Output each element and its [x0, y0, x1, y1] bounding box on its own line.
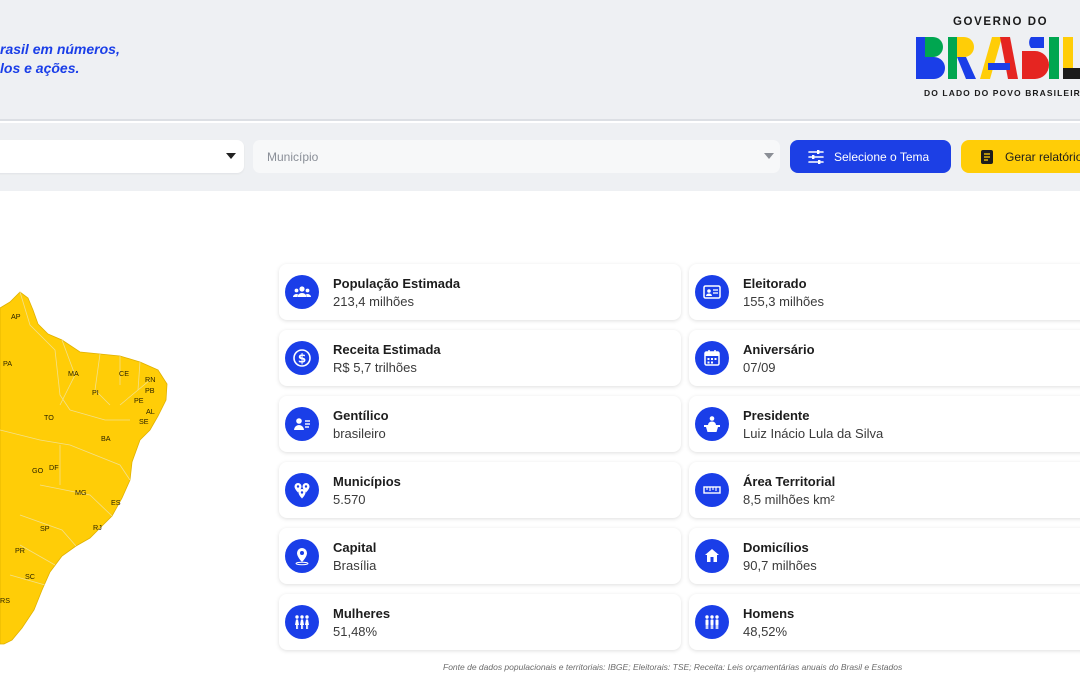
stat-value: 155,3 milhões — [743, 294, 824, 309]
stat-card-eleitorado[interactable]: Eleitorado 155,3 milhões — [689, 264, 1080, 320]
municipio-select[interactable]: Município — [253, 140, 780, 173]
dollar-coin-icon: $ — [285, 341, 319, 375]
state-label-es: ES — [111, 498, 121, 507]
stat-value: Luiz Inácio Lula da Silva — [743, 426, 884, 441]
podium-icon — [695, 407, 729, 441]
stat-value: 51,48% — [333, 624, 378, 639]
state-label-rj: RJ — [93, 523, 102, 532]
filter-bar: Município Selecione o Tema Gerar relatór… — [0, 123, 1080, 191]
stat-card-receita[interactable]: $ Receita Estimada R$ 5,7 trilhões — [279, 330, 681, 386]
stat-value: Brasília — [333, 558, 377, 573]
logo-top-text: GOVERNO DO — [953, 16, 1049, 28]
stat-value: R$ 5,7 trilhões — [333, 360, 417, 375]
stat-label: Capital — [333, 540, 377, 555]
map-pins-icon — [285, 473, 319, 507]
state-label-ma: MA — [68, 369, 79, 378]
state-label-df: DF — [49, 463, 59, 472]
stat-label: Receita Estimada — [333, 342, 441, 357]
state-label-pe: PE — [134, 396, 144, 405]
ruler-icon — [695, 473, 729, 507]
state-label-sp: SP — [40, 524, 50, 533]
stat-label: Gentílico — [333, 408, 389, 423]
stat-card-presidente[interactable]: Presidente Luiz Inácio Lula da Silva — [689, 396, 1080, 452]
stat-card-gentilico[interactable]: Gentílico brasileiro — [279, 396, 681, 452]
stat-value: 48,52% — [743, 624, 788, 639]
state-label-ce: CE — [119, 369, 129, 378]
caret-down-icon — [226, 153, 236, 159]
stat-value: 07/09 — [743, 360, 776, 375]
document-icon — [981, 149, 993, 164]
state-label-pi: PI — [92, 388, 99, 397]
stat-card-domicilios[interactable]: Domicílios 90,7 milhões — [689, 528, 1080, 584]
state-label-ap: AP — [11, 312, 21, 321]
generate-report-button[interactable]: Gerar relatório — [961, 140, 1080, 173]
generate-report-label: Gerar relatório — [1005, 149, 1080, 164]
tagline-line-1: rasil em números, — [0, 41, 120, 57]
stat-card-mulheres[interactable]: Mulheres 51,48% — [279, 594, 681, 650]
stat-label: Mulheres — [333, 606, 391, 621]
sliders-icon — [808, 149, 824, 164]
stat-value: brasileiro — [333, 426, 386, 441]
state-select[interactable] — [0, 140, 244, 173]
stat-card-homens[interactable]: Homens 48,52% — [689, 594, 1080, 650]
stat-label: Homens — [743, 606, 795, 621]
stat-value: 90,7 milhões — [743, 558, 817, 573]
header: rasil em números, los e ações. GOVERNO D… — [0, 0, 1080, 121]
tagline-line-2: los e ações. — [0, 60, 80, 76]
location-pin-icon — [285, 539, 319, 573]
state-label-go: GO — [32, 466, 44, 475]
stat-value: 5.570 — [333, 492, 366, 507]
stat-label: Municípios — [333, 474, 401, 489]
caret-down-icon — [764, 153, 774, 159]
state-label-rs: RS — [0, 596, 10, 605]
women-icon — [285, 605, 319, 639]
svg-text:$: $ — [298, 352, 306, 366]
state-label-pr: PR — [15, 546, 25, 555]
person-id-icon — [285, 407, 319, 441]
calendar-icon — [695, 341, 729, 375]
brasil-wordmark-icon — [916, 37, 1080, 79]
state-label-al: AL — [146, 407, 155, 416]
tagline: rasil em números, los e ações. — [0, 40, 120, 78]
stat-label: Presidente — [743, 408, 810, 423]
men-icon — [695, 605, 729, 639]
municipio-placeholder: Município — [267, 150, 319, 164]
stat-card-aniversario[interactable]: Aniversário 07/09 — [689, 330, 1080, 386]
state-label-pb: PB — [145, 386, 155, 395]
people-group-icon — [285, 275, 319, 309]
voter-id-card-icon — [695, 275, 729, 309]
governo-do-brasil-logo[interactable]: GOVERNO DO DO LADO DO POVO BRASILEIRO — [908, 14, 1080, 104]
stat-value: 8,5 milhões km² — [743, 492, 835, 507]
stat-card-municipios[interactable]: Municípios 5.570 — [279, 462, 681, 518]
state-label-pa: PA — [3, 359, 12, 368]
logo-bottom-text: DO LADO DO POVO BRASILEIRO — [924, 88, 1080, 98]
state-label-mg: MG — [75, 488, 87, 497]
brazil-map[interactable]: AP PA MA CE RN PB PI PE AL SE TO BA GO D… — [0, 280, 180, 645]
stat-label: Área Territorial — [743, 474, 836, 489]
stat-label: População Estimada — [333, 276, 461, 291]
brazil-shape — [0, 291, 168, 645]
state-label-sc: SC — [25, 572, 35, 581]
stat-card-area-territorial[interactable]: Área Territorial 8,5 milhões km² — [689, 462, 1080, 518]
stat-label: Domicílios — [743, 540, 809, 555]
state-label-rn: RN — [145, 375, 155, 384]
stat-card-capital[interactable]: Capital Brasília — [279, 528, 681, 584]
stat-label: Aniversário — [743, 342, 815, 357]
stat-card-populacao[interactable]: População Estimada 213,4 milhões — [279, 264, 681, 320]
select-theme-button[interactable]: Selecione o Tema — [790, 140, 951, 173]
stat-value: 213,4 milhões — [333, 294, 414, 309]
state-label-se: SE — [139, 417, 149, 426]
houses-icon — [695, 539, 729, 573]
select-theme-label: Selecione o Tema — [834, 149, 930, 164]
page: rasil em números, los e ações. GOVERNO D… — [0, 0, 1080, 675]
state-label-ba: BA — [101, 434, 111, 443]
stat-label: Eleitorado — [743, 276, 807, 291]
data-source-note: Fonte de dados populacionais e territori… — [443, 662, 903, 672]
state-label-to: TO — [44, 413, 54, 422]
